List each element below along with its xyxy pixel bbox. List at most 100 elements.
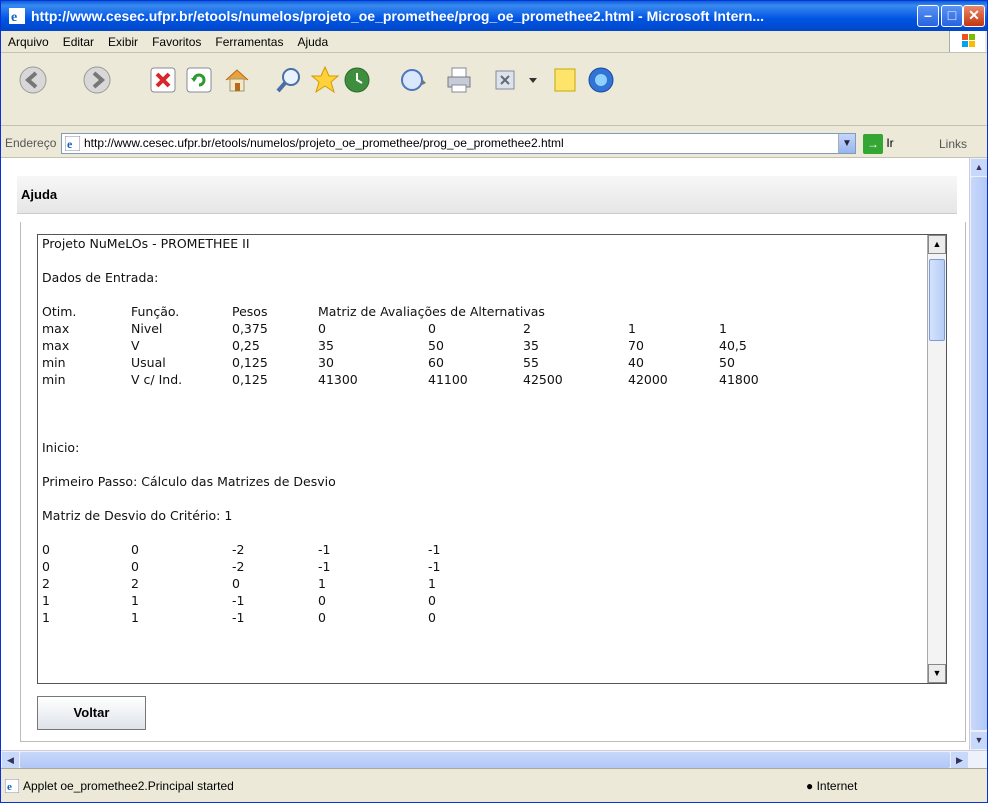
deviation-row: 0 0 -2 -1 -1 (42, 541, 907, 558)
window-title: http://www.cesec.ufpr.br/etools/numelos/… (31, 8, 765, 24)
deviation-cell: 0 (428, 593, 436, 608)
menu-exibir[interactable]: Exibir (101, 31, 145, 53)
criteria-cell: 30 (318, 355, 334, 370)
scroll-down-icon[interactable]: ▼ (928, 664, 946, 683)
stop-icon[interactable] (145, 62, 181, 98)
favorites-icon[interactable] (307, 62, 343, 98)
svg-text:e: e (67, 137, 73, 151)
menu-favoritos[interactable]: Favoritos (145, 31, 208, 53)
table-header-row: Otim. Função. Pesos Matriz de Avaliações… (42, 303, 907, 320)
menu-ajuda[interactable]: Ajuda (290, 31, 335, 53)
criteria-row: max V 0,25 35 50 35 70 40,5 (42, 337, 907, 354)
header-matriz: Matriz de Avaliações de Alternativas (318, 304, 545, 319)
search-icon[interactable] (271, 62, 307, 98)
page-scroll-up-icon[interactable]: ▲ (971, 159, 987, 176)
h-scroll-thumb[interactable] (20, 752, 950, 768)
criteria-cell: 50 (719, 355, 735, 370)
back-icon[interactable] (15, 62, 51, 98)
criteria-cell: min (42, 372, 66, 387)
print-icon[interactable] (441, 62, 477, 98)
scroll-left-icon[interactable]: ◀ (2, 752, 19, 768)
home-icon[interactable] (219, 62, 255, 98)
deviation-row: 2 2 0 1 1 (42, 575, 907, 592)
ie-page-icon: e (65, 136, 80, 151)
deviation-cell: 1 (428, 576, 436, 591)
scroll-up-icon[interactable]: ▲ (928, 235, 946, 254)
scroll-right-icon[interactable]: ▶ (951, 752, 968, 768)
menu-arquivo[interactable]: Arquivo (1, 31, 56, 53)
start-label: Inicio: (42, 440, 80, 455)
close-button[interactable]: ✕ (963, 5, 985, 27)
deviation-cell: -2 (232, 559, 245, 574)
deviation-cell: 1 (318, 576, 326, 591)
page-vertical-scrollbar[interactable]: ▲ ▼ (969, 158, 987, 750)
page-scroll-thumb[interactable] (971, 177, 987, 730)
page-scroll-down-icon[interactable]: ▼ (971, 732, 987, 749)
zone-label: Internet (816, 779, 858, 793)
address-dropdown-icon[interactable]: ▼ (838, 134, 855, 153)
maximize-button[interactable]: □ (941, 5, 963, 27)
criteria-cell: 35 (318, 338, 334, 353)
title-bar[interactable]: e http://www.cesec.ufpr.br/etools/numelo… (1, 1, 987, 31)
go-label: Ir (886, 136, 894, 150)
scroll-thumb[interactable] (929, 259, 945, 341)
criteria-cell: 41100 (428, 372, 468, 387)
voltar-button[interactable]: Voltar (37, 696, 146, 730)
header-otim: Otim. (42, 304, 77, 319)
menu-bar: Arquivo Editar Exibir Favoritos Ferramentas A… (1, 31, 987, 53)
browser-window: e http://www.cesec.ufpr.br/etools/numelo… (0, 0, 988, 803)
deviation-cell: 0 (131, 559, 139, 574)
globe-icon: ● (806, 779, 814, 793)
panel-title: Ajuda (17, 176, 957, 214)
page-horizontal-scrollbar[interactable]: ◀ ▶ (1, 750, 987, 768)
refresh-icon[interactable] (181, 62, 217, 98)
svg-text:e: e (7, 781, 12, 793)
deviation-row: 0 0 -2 -1 -1 (42, 558, 907, 575)
header-funcao: Função. (131, 304, 180, 319)
toolbar (1, 54, 987, 126)
dropdown-arrow-icon[interactable] (515, 62, 551, 98)
minimize-button[interactable]: – (917, 5, 939, 27)
notes-icon[interactable] (547, 62, 583, 98)
project-title: Projeto NuMeLOs - PROMETHEE II (42, 236, 250, 251)
deviation-cell: -1 (428, 542, 441, 557)
criteria-cell: 1 (628, 321, 636, 336)
deviation-cell: 0 (131, 542, 139, 557)
address-url: http://www.cesec.ufpr.br/etools/numelos/… (84, 136, 564, 150)
menu-editar[interactable]: Editar (56, 31, 101, 53)
criteria-cell: 42000 (628, 372, 668, 387)
criteria-cell: 0,125 (232, 355, 268, 370)
address-label: Endereço (5, 136, 57, 150)
address-input[interactable]: e http://www.cesec.ufpr.br/etools/numelo… (61, 133, 856, 154)
deviation-cell: -1 (232, 593, 245, 608)
messenger-icon[interactable] (583, 62, 619, 98)
results-textarea[interactable]: Projeto NuMeLOs - PROMETHEE II Dados de … (37, 234, 947, 684)
forward-icon[interactable] (79, 62, 115, 98)
menu-ferramentas[interactable]: Ferramentas (208, 31, 290, 53)
mail-icon[interactable] (395, 62, 431, 98)
deviation-cell: 1 (131, 610, 139, 625)
deviation-cell: 1 (131, 593, 139, 608)
address-bar: Endereço e http://www.cesec.ufpr.br/etoo… (1, 127, 987, 158)
deviation-row: 1 1 -1 0 0 (42, 609, 907, 626)
page-content: Ajuda Projeto NuMeLOs - PROMETHEE II Dad… (1, 158, 969, 750)
criteria-cell: 0 (428, 321, 436, 336)
criteria-cell: 35 (523, 338, 539, 353)
links-label[interactable]: Links (939, 137, 967, 151)
criteria-cell: max (42, 338, 70, 353)
criteria-cell: V (131, 338, 140, 353)
criteria-cell: 41300 (318, 372, 358, 387)
history-icon[interactable] (339, 62, 375, 98)
deviation-heading: Matriz de Desvio do Critério: 1 (42, 508, 233, 523)
status-bar: e Applet oe_promethee2.Principal started… (1, 768, 987, 802)
criteria-cell: 2 (523, 321, 531, 336)
deviation-row: 1 1 -1 0 0 (42, 592, 907, 609)
criteria-cell: 55 (523, 355, 539, 370)
criteria-cell: 40,5 (719, 338, 747, 353)
go-button[interactable]: → Ir (863, 133, 929, 154)
criteria-cell: 60 (428, 355, 444, 370)
textarea-scrollbar[interactable]: ▲ ▼ (927, 235, 946, 683)
criteria-row: min V c/ Ind. 0,125 41300 41100 42500 42000 418… (42, 371, 907, 388)
security-zone: ● Internet (806, 769, 857, 803)
criteria-cell: max (42, 321, 70, 336)
